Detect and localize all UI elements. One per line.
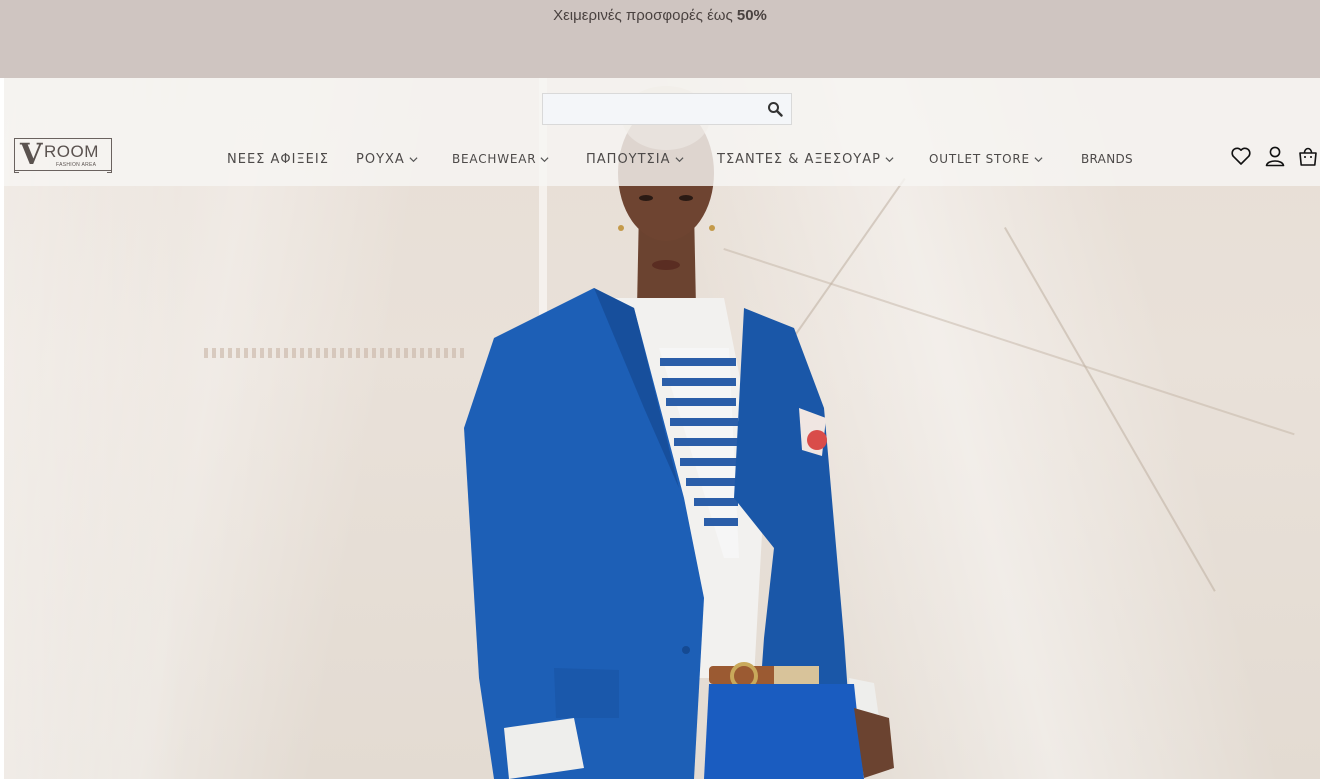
logo-word: ROOM [44, 142, 99, 161]
nav-label: ΡΟΥΧΑ [356, 151, 405, 167]
chevron-down-icon [674, 156, 684, 162]
nav-outlet-store[interactable]: OUTLET STORE [929, 150, 1043, 168]
shopping-bag-icon[interactable] [1297, 145, 1319, 167]
nav-label: OUTLET STORE [929, 152, 1030, 166]
nav-brands[interactable]: BRANDS [1081, 150, 1133, 168]
nav-label: BRANDS [1081, 152, 1133, 166]
chevron-down-icon [885, 156, 894, 162]
site-logo[interactable]: V ROOM FASHION AREA [14, 137, 112, 173]
chevron-down-icon [409, 156, 418, 162]
chevron-down-icon [540, 156, 549, 162]
promo-bar: Χειμερινές προσφορές έως 50% [0, 0, 1320, 78]
nav-bags-accessories[interactable]: ΤΣΑΝΤΕΣ & ΑΞΕΣΟΥΑΡ [717, 150, 894, 168]
nav-clothing[interactable]: ΡΟΥΧΑ [356, 150, 418, 168]
logo-tagline: FASHION AREA [56, 162, 97, 168]
search-icon[interactable] [767, 101, 783, 117]
nav-label: ΤΣΑΝΤΕΣ & ΑΞΕΣΟΥΑΡ [717, 151, 881, 167]
promo-text: Χειμερινές προσφορές έως [553, 7, 737, 24]
user-icon[interactable] [1264, 145, 1286, 167]
nav-label: ΠΑΠΟΥΤΣΙΑ [586, 151, 671, 167]
promo-highlight: 50% [736, 7, 767, 24]
nav-beachwear[interactable]: BEACHWEAR [452, 150, 549, 168]
nav-label: ΝΕΕΣ ΑΦΙΞΕΙΣ [227, 151, 329, 167]
nav-new-arrivals[interactable]: ΝΕΕΣ ΑΦΙΞΕΙΣ [227, 150, 329, 168]
heart-icon[interactable] [1230, 145, 1252, 167]
search-box [542, 93, 792, 125]
nav-shoes[interactable]: ΠΑΠΟΥΤΣΙΑ [586, 150, 684, 168]
nav-label: BEACHWEAR [452, 152, 537, 166]
search-input[interactable] [543, 94, 763, 124]
chevron-down-icon [1034, 156, 1043, 162]
logo-letter: V [20, 137, 43, 171]
